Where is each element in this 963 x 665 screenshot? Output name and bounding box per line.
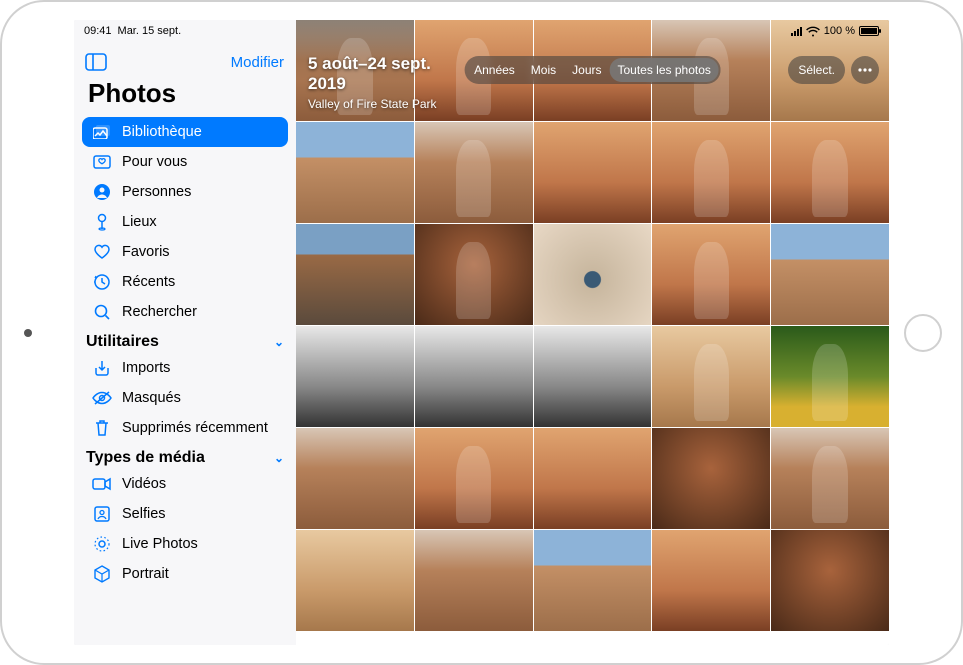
sidebar-item-rechercher[interactable]: Rechercher bbox=[82, 297, 288, 327]
sidebar-item-label: Favoris bbox=[122, 244, 170, 260]
photo-thumbnail[interactable] bbox=[771, 326, 889, 427]
sidebar-item-favoris[interactable]: Favoris bbox=[82, 237, 288, 267]
photo-thumbnail[interactable] bbox=[652, 428, 770, 529]
sidebar-item-label: Pour vous bbox=[122, 154, 187, 170]
pin-icon bbox=[92, 213, 112, 231]
photo-thumbnail[interactable] bbox=[296, 122, 414, 223]
hidden-icon bbox=[92, 391, 112, 405]
photo-thumbnail[interactable] bbox=[652, 122, 770, 223]
photo-thumbnail[interactable] bbox=[296, 224, 414, 325]
photo-thumbnail[interactable] bbox=[771, 122, 889, 223]
sidebar-item-biblioth-que[interactable]: Bibliothèque bbox=[82, 117, 288, 147]
for-you-icon bbox=[92, 155, 112, 169]
main-content: 5 août–24 sept. 2019 Valley of Fire Stat… bbox=[296, 20, 889, 645]
sidebar-item-masqu-s[interactable]: Masqués bbox=[82, 383, 288, 413]
photo-thumbnail[interactable] bbox=[296, 428, 414, 529]
trash-icon bbox=[92, 419, 112, 437]
sidebar-item-label: Récents bbox=[122, 274, 175, 290]
people-icon bbox=[92, 183, 112, 201]
sidebar-item-label: Personnes bbox=[122, 184, 191, 200]
sidebar-item-live-photos[interactable]: Live Photos bbox=[82, 529, 288, 559]
sidebar-item-label: Vidéos bbox=[122, 476, 166, 492]
photo-thumbnail[interactable] bbox=[534, 428, 652, 529]
photo-thumbnail[interactable] bbox=[771, 428, 889, 529]
view-segmented-control: Années Mois Jours Toutes les photos bbox=[464, 56, 721, 84]
sidebar-item-label: Portrait bbox=[122, 566, 169, 582]
livephoto-icon bbox=[92, 535, 112, 553]
cube-icon bbox=[92, 565, 112, 583]
front-camera bbox=[24, 329, 32, 337]
photo-thumbnail[interactable] bbox=[534, 530, 652, 631]
photo-thumbnail[interactable] bbox=[652, 224, 770, 325]
seg-days[interactable]: Jours bbox=[564, 58, 609, 82]
sidebar-item-label: Bibliothèque bbox=[122, 124, 202, 140]
sidebar-item-label: Live Photos bbox=[122, 536, 198, 552]
edit-button[interactable]: Modifier bbox=[231, 54, 284, 71]
sidebar-item-label: Rechercher bbox=[122, 304, 197, 320]
sidebar-item-selfies[interactable]: Selfies bbox=[82, 499, 288, 529]
sidebar-item-label: Selfies bbox=[122, 506, 166, 522]
sidebar-item-vid-os[interactable]: Vidéos bbox=[82, 469, 288, 499]
photo-thumbnail[interactable] bbox=[534, 224, 652, 325]
seg-years[interactable]: Années bbox=[466, 58, 523, 82]
video-icon bbox=[92, 477, 112, 491]
photo-thumbnail[interactable] bbox=[415, 428, 533, 529]
photo-thumbnail[interactable] bbox=[415, 326, 533, 427]
sidebar-item-lieux[interactable]: Lieux bbox=[82, 207, 288, 237]
sidebar-item-label: Imports bbox=[122, 360, 170, 376]
sidebar-item-label: Masqués bbox=[122, 390, 181, 406]
section-utilities-label: Utilitaires bbox=[86, 333, 159, 351]
sidebar-item-imports[interactable]: Imports bbox=[82, 353, 288, 383]
photo-thumbnail[interactable] bbox=[296, 20, 414, 121]
photo-thumbnail[interactable] bbox=[415, 122, 533, 223]
sidebar-item-pour-vous[interactable]: Pour vous bbox=[82, 147, 288, 177]
photo-thumbnail[interactable] bbox=[415, 530, 533, 631]
photo-thumbnail[interactable] bbox=[296, 326, 414, 427]
photo-thumbnail[interactable] bbox=[652, 326, 770, 427]
photo-grid[interactable] bbox=[296, 20, 889, 631]
section-utilities[interactable]: Utilitaires ⌄ bbox=[74, 327, 296, 353]
sidebar-title: Photos bbox=[74, 76, 296, 117]
import-icon bbox=[92, 359, 112, 377]
photo-thumbnail[interactable] bbox=[771, 530, 889, 631]
select-button[interactable]: Sélect. bbox=[788, 56, 845, 84]
seg-months[interactable]: Mois bbox=[523, 58, 564, 82]
photo-thumbnail[interactable] bbox=[534, 326, 652, 427]
clock-icon bbox=[92, 273, 112, 291]
sidebar-item-supprim-s-r-cemment[interactable]: Supprimés récemment bbox=[82, 413, 288, 443]
section-media-label: Types de média bbox=[86, 449, 205, 467]
photo-thumbnail[interactable] bbox=[652, 530, 770, 631]
photo-thumbnail[interactable] bbox=[771, 224, 889, 325]
sidebar-item-r-cents[interactable]: Récents bbox=[82, 267, 288, 297]
sidebar: Modifier Photos Bibliothèque Pour vous Per… bbox=[74, 20, 296, 645]
screen: 09:41 Mar. 15 sept. 100 % Modifier Photo… bbox=[74, 20, 889, 645]
chevron-down-icon: ⌄ bbox=[274, 335, 284, 349]
photo-thumbnail[interactable] bbox=[296, 530, 414, 631]
chevron-down-icon: ⌄ bbox=[274, 451, 284, 465]
more-button[interactable] bbox=[851, 56, 879, 84]
home-button[interactable] bbox=[904, 314, 942, 352]
sidebar-item-label: Supprimés récemment bbox=[122, 420, 268, 436]
seg-all-photos[interactable]: Toutes les photos bbox=[609, 58, 718, 82]
ellipsis-icon bbox=[858, 68, 872, 72]
heart-icon bbox=[92, 244, 112, 260]
section-media-types[interactable]: Types de média ⌄ bbox=[74, 443, 296, 469]
sidebar-item-personnes[interactable]: Personnes bbox=[82, 177, 288, 207]
sidebar-item-portrait[interactable]: Portrait bbox=[82, 559, 288, 589]
photo-library-icon bbox=[92, 125, 112, 139]
photo-thumbnail[interactable] bbox=[415, 224, 533, 325]
sidebar-toggle-icon[interactable] bbox=[82, 50, 110, 74]
selfie-icon bbox=[92, 506, 112, 522]
sidebar-item-label: Lieux bbox=[122, 214, 157, 230]
photo-thumbnail[interactable] bbox=[534, 122, 652, 223]
search-icon bbox=[92, 303, 112, 321]
